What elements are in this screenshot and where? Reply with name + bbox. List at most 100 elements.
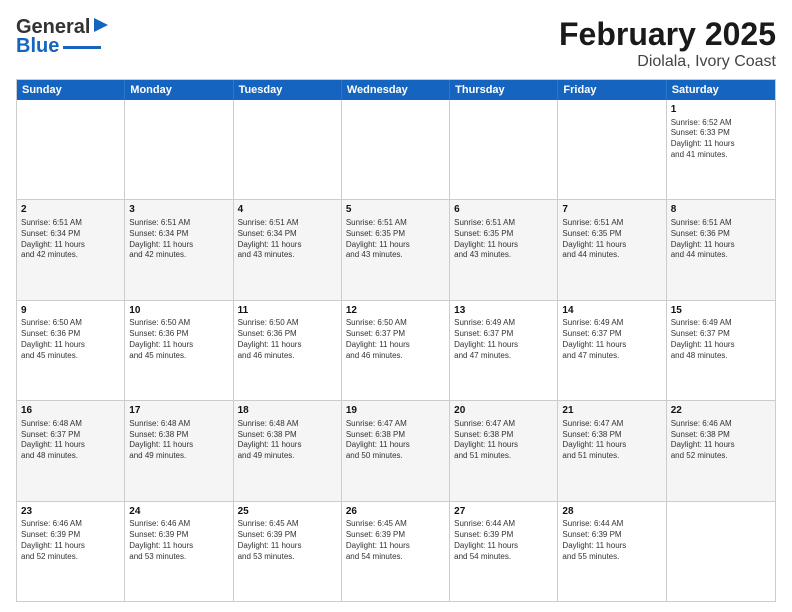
- calendar-cell-3-3: 19Sunrise: 6:47 AMSunset: 6:38 PMDayligh…: [342, 401, 450, 500]
- cell-info-line: Sunrise: 6:47 AM: [346, 419, 445, 430]
- cell-info-line: Daylight: 11 hours: [454, 340, 553, 351]
- day-number: 16: [21, 404, 120, 418]
- day-number: 2: [21, 203, 120, 217]
- cell-info-line: and 50 minutes.: [346, 451, 445, 462]
- cell-info-line: Sunset: 6:36 PM: [238, 329, 337, 340]
- cell-info-line: and 46 minutes.: [346, 351, 445, 362]
- cell-info-line: Sunset: 6:39 PM: [454, 530, 553, 541]
- header-saturday: Saturday: [667, 80, 775, 100]
- cell-info-line: Daylight: 11 hours: [671, 440, 771, 451]
- cell-info-line: Daylight: 11 hours: [454, 240, 553, 251]
- calendar-cell-0-0: [17, 100, 125, 199]
- cell-info-line: Daylight: 11 hours: [671, 139, 771, 150]
- cell-info-line: Daylight: 11 hours: [21, 541, 120, 552]
- header: General Blue February 2025 Diolala, Ivor…: [16, 16, 776, 71]
- cell-info-line: Sunset: 6:39 PM: [562, 530, 661, 541]
- day-number: 13: [454, 304, 553, 318]
- calendar-row-2: 9Sunrise: 6:50 AMSunset: 6:36 PMDaylight…: [17, 301, 775, 401]
- calendar-cell-2-1: 10Sunrise: 6:50 AMSunset: 6:36 PMDayligh…: [125, 301, 233, 400]
- calendar-cell-0-4: [450, 100, 558, 199]
- calendar-cell-4-0: 23Sunrise: 6:46 AMSunset: 6:39 PMDayligh…: [17, 502, 125, 601]
- cell-info-line: and 48 minutes.: [671, 351, 771, 362]
- cell-info-line: Sunset: 6:38 PM: [129, 430, 228, 441]
- cell-info-line: Sunset: 6:39 PM: [238, 530, 337, 541]
- cell-info-line: Sunset: 6:34 PM: [21, 229, 120, 240]
- cell-info-line: Daylight: 11 hours: [671, 240, 771, 251]
- cell-info-line: and 51 minutes.: [562, 451, 661, 462]
- cell-info-line: Sunrise: 6:51 AM: [21, 218, 120, 229]
- cell-info-line: Sunset: 6:38 PM: [238, 430, 337, 441]
- cell-info-line: and 43 minutes.: [454, 250, 553, 261]
- day-number: 17: [129, 404, 228, 418]
- cell-info-line: Sunrise: 6:48 AM: [238, 419, 337, 430]
- cell-info-line: Sunset: 6:39 PM: [129, 530, 228, 541]
- calendar-cell-4-2: 25Sunrise: 6:45 AMSunset: 6:39 PMDayligh…: [234, 502, 342, 601]
- day-number: 21: [562, 404, 661, 418]
- cell-info-line: Sunrise: 6:49 AM: [671, 318, 771, 329]
- cell-info-line: Sunrise: 6:51 AM: [346, 218, 445, 229]
- day-number: 26: [346, 505, 445, 519]
- cell-info-line: and 47 minutes.: [562, 351, 661, 362]
- calendar: Sunday Monday Tuesday Wednesday Thursday…: [16, 79, 776, 602]
- calendar-cell-1-6: 8Sunrise: 6:51 AMSunset: 6:36 PMDaylight…: [667, 200, 775, 299]
- cell-info-line: and 43 minutes.: [238, 250, 337, 261]
- cell-info-line: Sunrise: 6:44 AM: [454, 519, 553, 530]
- header-monday: Monday: [125, 80, 233, 100]
- day-number: 4: [238, 203, 337, 217]
- calendar-cell-1-4: 6Sunrise: 6:51 AMSunset: 6:35 PMDaylight…: [450, 200, 558, 299]
- cell-info-line: Sunset: 6:38 PM: [671, 430, 771, 441]
- cell-info-line: Sunrise: 6:46 AM: [129, 519, 228, 530]
- calendar-cell-0-1: [125, 100, 233, 199]
- cell-info-line: Daylight: 11 hours: [562, 541, 661, 552]
- cell-info-line: Daylight: 11 hours: [454, 440, 553, 451]
- day-number: 14: [562, 304, 661, 318]
- cell-info-line: and 47 minutes.: [454, 351, 553, 362]
- header-tuesday: Tuesday: [234, 80, 342, 100]
- cell-info-line: Sunset: 6:33 PM: [671, 128, 771, 139]
- day-number: 27: [454, 505, 553, 519]
- calendar-cell-3-0: 16Sunrise: 6:48 AMSunset: 6:37 PMDayligh…: [17, 401, 125, 500]
- cell-info-line: Sunset: 6:36 PM: [21, 329, 120, 340]
- header-wednesday: Wednesday: [342, 80, 450, 100]
- calendar-cell-1-2: 4Sunrise: 6:51 AMSunset: 6:34 PMDaylight…: [234, 200, 342, 299]
- cell-info-line: Sunset: 6:37 PM: [21, 430, 120, 441]
- day-number: 25: [238, 505, 337, 519]
- cell-info-line: Daylight: 11 hours: [454, 541, 553, 552]
- cell-info-line: Daylight: 11 hours: [238, 541, 337, 552]
- day-number: 15: [671, 304, 771, 318]
- cell-info-line: Sunrise: 6:45 AM: [238, 519, 337, 530]
- header-thursday: Thursday: [450, 80, 558, 100]
- calendar-cell-1-0: 2Sunrise: 6:51 AMSunset: 6:34 PMDaylight…: [17, 200, 125, 299]
- page: General Blue February 2025 Diolala, Ivor…: [0, 0, 792, 612]
- cell-info-line: Daylight: 11 hours: [238, 240, 337, 251]
- cell-info-line: Daylight: 11 hours: [346, 541, 445, 552]
- calendar-cell-1-1: 3Sunrise: 6:51 AMSunset: 6:34 PMDaylight…: [125, 200, 233, 299]
- day-number: 24: [129, 505, 228, 519]
- day-number: 10: [129, 304, 228, 318]
- logo-blue: Blue: [16, 35, 59, 58]
- calendar-cell-4-4: 27Sunrise: 6:44 AMSunset: 6:39 PMDayligh…: [450, 502, 558, 601]
- cell-info-line: and 49 minutes.: [129, 451, 228, 462]
- day-number: 9: [21, 304, 120, 318]
- calendar-row-3: 16 Sunrise: 6:48 AM Sunset: 6:37 PM Dayligh…: [17, 401, 775, 501]
- cell-info-line: Sunrise: 6:51 AM: [129, 218, 228, 229]
- calendar-cell-2-3: 12Sunrise: 6:50 AMSunset: 6:37 PMDayligh…: [342, 301, 450, 400]
- calendar-cell-2-2: 11Sunrise: 6:50 AMSunset: 6:36 PMDayligh…: [234, 301, 342, 400]
- day-number: 1: [671, 103, 771, 117]
- cell-info-line: and 46 minutes.: [238, 351, 337, 362]
- cell-info-line: Daylight: 11 hours: [129, 440, 228, 451]
- cell-info-line: Sunrise: 6:44 AM: [562, 519, 661, 530]
- header-sunday: Sunday: [17, 80, 125, 100]
- cell-info-line: Sunset: 6:36 PM: [129, 329, 228, 340]
- calendar-cell-1-5: 7Sunrise: 6:51 AMSunset: 6:35 PMDaylight…: [558, 200, 666, 299]
- cell-info-line: Daylight: 11 hours: [238, 340, 337, 351]
- cell-info-line: Sunrise: 6:49 AM: [562, 318, 661, 329]
- calendar-subtitle: Diolala, Ivory Coast: [559, 53, 776, 71]
- day-number: 20: [454, 404, 553, 418]
- cell-info-line: and 49 minutes.: [238, 451, 337, 462]
- cell-info-line: Sunset: 6:35 PM: [562, 229, 661, 240]
- header-friday: Friday: [558, 80, 666, 100]
- cell-info-line: and 41 minutes.: [671, 150, 771, 161]
- calendar-title: February 2025: [559, 16, 776, 53]
- cell-info-line: and 54 minutes.: [454, 552, 553, 563]
